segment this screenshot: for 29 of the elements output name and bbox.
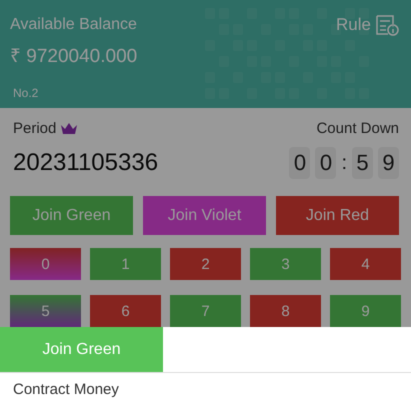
crown-icon [60, 122, 78, 136]
rank-label: No.2 [13, 86, 40, 100]
join-button[interactable]: Join Green [10, 196, 133, 235]
timer-separator: : [341, 152, 347, 174]
timer-digit: 0 [289, 147, 310, 179]
period-number: 20231105336 [13, 149, 158, 177]
sheet-title: Join Green [0, 327, 163, 372]
number-button[interactable]: 7 [170, 295, 241, 327]
contract-money-label: Contract Money [12, 380, 120, 400]
number-button[interactable]: 2 [170, 248, 241, 280]
balance-label: Available Balance [10, 16, 137, 34]
countdown-label: Count Down [316, 120, 399, 137]
timer-digit: 5 [352, 147, 373, 179]
number-button[interactable]: 1 [90, 248, 161, 280]
number-button[interactable]: 6 [90, 295, 161, 327]
period-label: Period [13, 120, 56, 137]
join-button[interactable]: Join Violet [143, 196, 266, 235]
number-button[interactable]: 0 [10, 248, 81, 280]
join-button[interactable]: Join Red [276, 196, 399, 235]
number-button[interactable]: 3 [250, 248, 321, 280]
number-button[interactable]: 4 [330, 248, 401, 280]
timer-digit: 9 [378, 147, 399, 179]
rule-icon [375, 14, 399, 36]
balance-amount: ₹ 9720040.000 [10, 45, 138, 68]
timer-digit: 0 [315, 147, 336, 179]
number-button[interactable]: 8 [250, 295, 321, 327]
rule-button[interactable]: Rule [336, 14, 399, 36]
number-button[interactable]: 9 [330, 295, 401, 327]
number-button[interactable]: 5 [10, 295, 81, 327]
